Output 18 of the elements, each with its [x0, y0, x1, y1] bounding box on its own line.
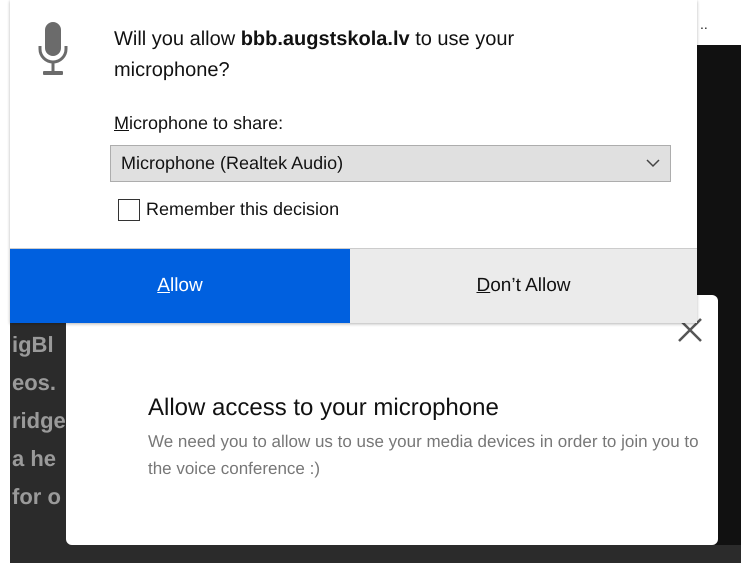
- deny-button[interactable]: Don’t Allow: [350, 249, 697, 323]
- modal-text: We need you to allow us to use your media devices in order to join you to the voice conference :): [148, 431, 700, 480]
- background-text: igBl: [12, 331, 55, 359]
- close-icon[interactable]: [677, 317, 703, 343]
- background-text: eos.: [12, 369, 58, 397]
- chevron-down-icon: [646, 159, 660, 168]
- permission-message: Will you allow bbb.augstskola.lv to use your microphone?: [114, 27, 516, 83]
- microphone-icon: [38, 22, 68, 78]
- background-text: for o: [12, 483, 62, 511]
- allow-button[interactable]: Allow: [10, 249, 350, 323]
- device-label: Microphone to share:: [114, 112, 284, 135]
- device-select[interactable]: Microphone (Realtek Audio): [110, 145, 671, 182]
- remember-checkbox[interactable]: [118, 198, 140, 220]
- background-text: ridge: [12, 407, 67, 435]
- checkbox-label: Remember this decision: [146, 198, 340, 221]
- modal-title: Allow access to your microphone: [148, 393, 499, 423]
- background-text: a he: [12, 445, 58, 473]
- page-text: ..: [700, 15, 708, 34]
